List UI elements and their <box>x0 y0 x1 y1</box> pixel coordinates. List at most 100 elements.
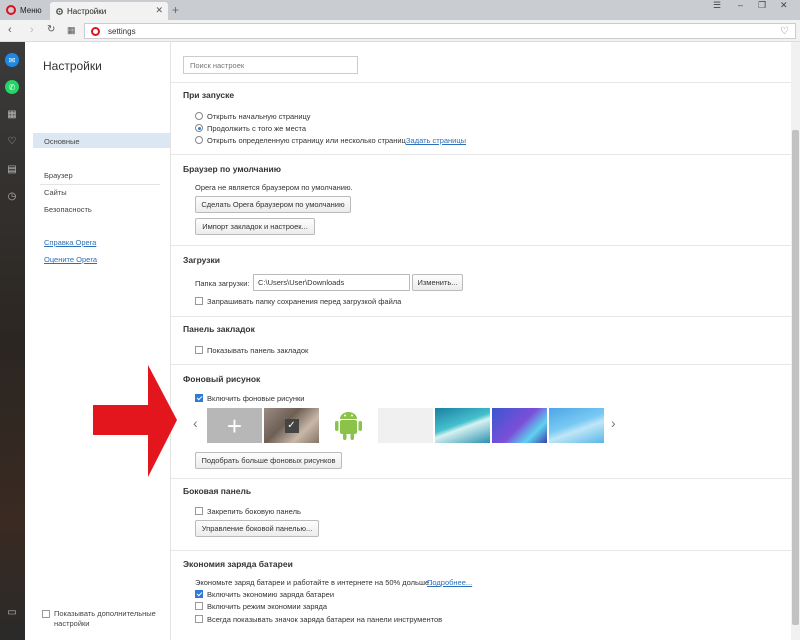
divider <box>171 364 791 365</box>
advanced-settings-toggle[interactable]: Показывать дополнительные настройки <box>42 609 167 629</box>
wallpaper-prev-icon[interactable]: ‹ <box>193 415 198 431</box>
nav-item-browser[interactable]: Браузер <box>44 171 73 180</box>
import-bookmarks-button[interactable]: Импорт закладок и настроек... <box>195 218 315 235</box>
address-bar: ‹ › ↻ ▦ settings ♡ <box>0 20 800 42</box>
battery-desc: Экономьте заряд батареи и работайте в ин… <box>195 578 432 587</box>
bookmarks-heart-icon[interactable]: ♡ <box>5 134 19 148</box>
wallpaper-thumb[interactable] <box>435 408 490 443</box>
change-folder-button[interactable]: Изменить... <box>412 274 463 291</box>
startup-radio-specific[interactable] <box>195 136 203 144</box>
sidebar-toggle-icon[interactable]: ▭ <box>5 605 19 619</box>
wallpaper-next-icon[interactable]: › <box>611 415 616 431</box>
settings-content: При запуске Открыть начальную страницу П… <box>171 42 791 640</box>
selected-check-icon: ✓ <box>284 418 299 433</box>
menu-label: Меню <box>20 5 42 15</box>
divider <box>171 316 791 317</box>
help-link[interactable]: Справка Opera <box>44 238 96 247</box>
url-field[interactable]: settings ♡ <box>84 23 796 39</box>
stash-icon[interactable]: ☰ <box>713 0 721 12</box>
scrollbar-thumb[interactable] <box>792 130 799 625</box>
battery-icon-checkbox[interactable] <box>195 615 203 623</box>
settings-nav: Настройки Основные Браузер Сайты Безопас… <box>25 42 171 640</box>
news-icon[interactable]: ▤ <box>5 162 19 176</box>
nav-item-sites[interactable]: Сайты <box>44 188 67 197</box>
close-window-icon[interactable]: ✕ <box>780 0 788 12</box>
sidebar-title: Боковая панель <box>183 486 252 496</box>
plus-icon: + <box>226 410 243 441</box>
opera-logo-icon <box>6 5 16 15</box>
whatsapp-icon[interactable]: ✆ <box>5 80 19 94</box>
startup-radio-home[interactable] <box>195 112 203 120</box>
battery-more-link[interactable]: Подробнее... <box>427 578 472 587</box>
page-title: Настройки <box>43 59 102 73</box>
divider <box>40 184 160 185</box>
wallpaper-thumb[interactable] <box>378 408 433 443</box>
divider <box>171 154 791 155</box>
more-wallpapers-button[interactable]: Подобрать больше фоновых рисунков <box>195 452 342 469</box>
battery-option-label: Всегда показывать значок заряда батареи … <box>207 615 443 624</box>
wallpaper-title: Фоновый рисунок <box>183 374 261 384</box>
startup-option-label: Открыть определенную страницу или нескол… <box>207 136 406 145</box>
enable-wallpaper-checkbox[interactable] <box>195 394 203 402</box>
download-folder-label: Папка загрузки: <box>195 279 250 288</box>
url-text: settings <box>108 26 136 36</box>
battery-option-label: Включить режим экономии заряда <box>207 602 328 611</box>
maximize-icon[interactable]: ❐ <box>758 0 766 12</box>
close-tab-icon[interactable]: ✕ <box>155 5 163 16</box>
back-icon[interactable]: ‹ <box>8 24 12 36</box>
android-icon <box>335 412 362 440</box>
divider <box>171 550 791 551</box>
opera-menu-button[interactable]: Меню <box>0 0 48 20</box>
wallpaper-thumb[interactable] <box>492 408 547 443</box>
search-input[interactable] <box>183 56 358 74</box>
show-bookmarks-checkbox[interactable] <box>195 346 203 354</box>
bookmark-heart-icon[interactable]: ♡ <box>780 26 789 37</box>
ask-folder-label: Запрашивать папку сохранения перед загру… <box>207 297 402 306</box>
pin-sidebar-checkbox[interactable] <box>195 507 203 515</box>
startup-radio-continue[interactable] <box>195 124 203 132</box>
messenger-icon[interactable]: ✉ <box>5 53 19 67</box>
divider <box>171 82 791 83</box>
divider <box>171 245 791 246</box>
opera-badge-icon <box>91 26 100 36</box>
set-pages-link[interactable]: Задать страницы <box>406 136 466 145</box>
forward-icon[interactable]: › <box>30 24 34 36</box>
history-clock-icon[interactable]: ◷ <box>5 189 19 203</box>
make-default-button[interactable]: Сделать Opera браузером по умолчанию <box>195 196 351 213</box>
speed-dial-icon[interactable]: ▦ <box>67 25 76 36</box>
download-folder-field[interactable]: C:\Users\User\Downloads <box>253 274 410 291</box>
battery-title: Экономия заряда батареи <box>183 559 293 569</box>
battery-option-label: Включить экономию заряда батареи <box>207 590 335 599</box>
minimize-icon[interactable]: – <box>738 0 743 12</box>
nav-item-basic[interactable]: Основные <box>44 137 80 146</box>
rate-link[interactable]: Оцените Opera <box>44 255 97 264</box>
battery-saver-checkbox[interactable] <box>195 590 203 598</box>
show-bookmarks-label: Показывать панель закладок <box>207 346 309 355</box>
default-browser-title: Браузер по умолчанию <box>183 164 281 174</box>
gear-icon <box>56 7 63 15</box>
default-browser-status: Opera не является браузером по умолчанию… <box>195 183 353 192</box>
startup-option-label: Продолжить с того же места <box>207 124 307 133</box>
downloads-title: Загрузки <box>183 255 220 265</box>
advanced-label: Показывать дополнительные настройки <box>54 609 156 628</box>
scrollbar[interactable] <box>791 42 800 640</box>
annotation-arrow-icon <box>93 365 177 477</box>
startup-option-label: Открыть начальную страницу <box>207 112 311 121</box>
wallpaper-thumb-android[interactable] <box>321 408 376 443</box>
advanced-checkbox[interactable] <box>42 610 50 618</box>
manage-sidebar-button[interactable]: Управление боковой панелью... <box>195 520 319 537</box>
nav-item-security[interactable]: Безопасность <box>44 205 92 214</box>
tab-label: Настройки <box>67 6 107 16</box>
tab-settings[interactable]: Настройки ✕ <box>50 2 168 20</box>
wallpaper-thumb-selected[interactable]: ✓ <box>264 408 319 443</box>
add-wallpaper-button[interactable]: + <box>207 408 262 443</box>
pin-sidebar-label: Закрепить боковую панель <box>207 507 301 516</box>
new-tab-button[interactable]: + <box>172 3 179 17</box>
wallpaper-thumb[interactable] <box>549 408 604 443</box>
battery-mode-checkbox[interactable] <box>195 602 203 610</box>
tab-strip: Меню Настройки ✕ + ☰ – ❐ ✕ <box>0 0 800 20</box>
startup-title: При запуске <box>183 90 235 100</box>
reload-icon[interactable]: ↻ <box>47 24 55 35</box>
speed-dial-sidebar-icon[interactable]: ▦ <box>5 107 19 121</box>
ask-folder-checkbox[interactable] <box>195 297 203 305</box>
